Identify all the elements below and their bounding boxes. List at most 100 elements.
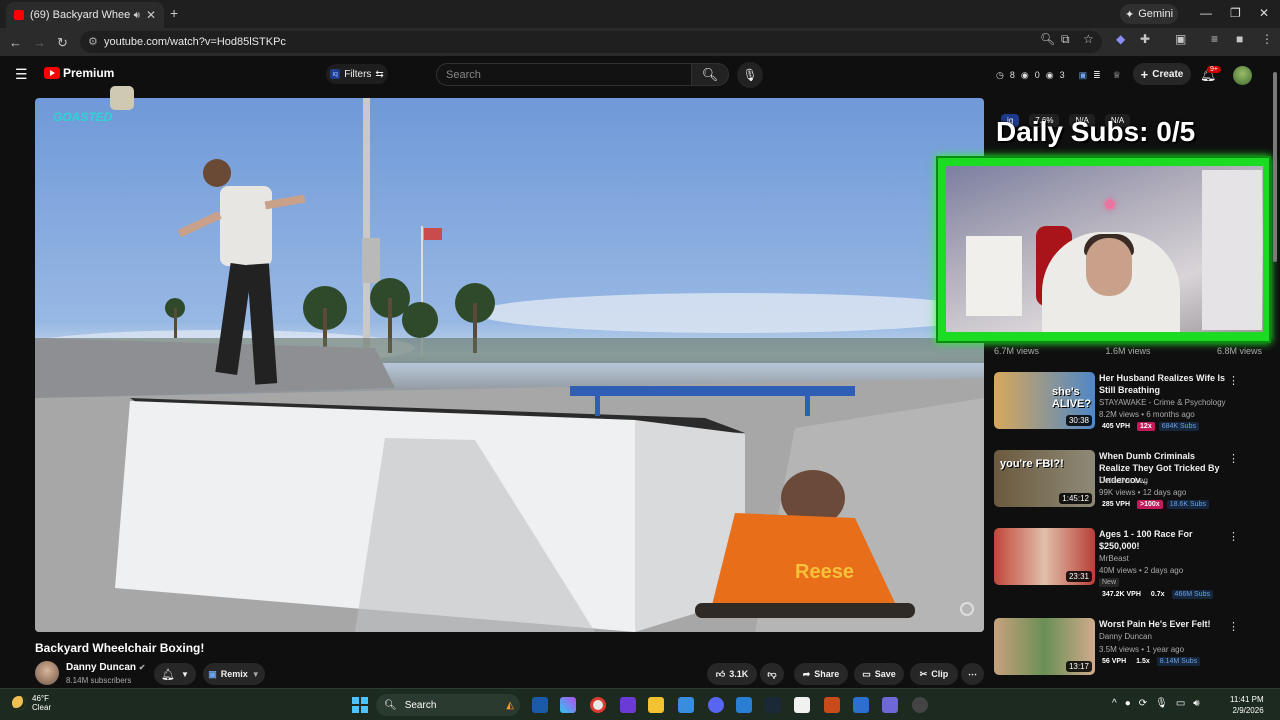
account-avatar[interactable]: [1233, 66, 1252, 85]
profile-icon[interactable]: ■: [1236, 32, 1243, 46]
multiplier-badge: 0.7x: [1150, 591, 1165, 598]
video-meta: 40M views • 2 days ago: [1099, 566, 1184, 575]
media-icon[interactable]: ≡: [1211, 32, 1218, 46]
channel-avatar[interactable]: [35, 661, 59, 685]
sync-icon[interactable]: ⟳: [1139, 698, 1147, 709]
side-panel-icon[interactable]: ▣: [1175, 32, 1186, 46]
tray-app-icon[interactable]: ●: [1125, 698, 1131, 709]
browser-tab-bar: (69) Backyard Wheelchair B 🔊︎ ✕ + ✦ Gemi…: [0, 0, 1280, 28]
app-icon-obs[interactable]: [620, 697, 636, 713]
subscription-bell-button[interactable]: 🔔︎ ▼: [154, 663, 196, 685]
recommendation-item[interactable]: you're FBI?! 1:45:12 When Dumb Criminals…: [994, 450, 1246, 516]
thumbnail-text: she's ALIVE?: [1052, 386, 1092, 410]
more-options-icon[interactable]: ⋮: [1228, 530, 1239, 543]
channel-name[interactable]: MrBeast: [1099, 554, 1129, 563]
start-button[interactable]: [352, 697, 368, 713]
recommendation-item[interactable]: 23:31 Ages 1 - 100 Race For $250,000! Mr…: [994, 528, 1246, 599]
chrome-icon[interactable]: [590, 697, 606, 713]
extension-icon[interactable]: ◆: [1116, 32, 1125, 46]
scrollbar-thumb[interactable]: [1273, 72, 1277, 262]
recommendation-item[interactable]: she's ALIVE? 30:38 Her Husband Realizes …: [994, 372, 1246, 438]
zoom-icon[interactable]: 🔍︎: [1040, 32, 1055, 46]
channel-watermark-icon[interactable]: [960, 602, 974, 616]
dislike-button[interactable]: 👎︎: [760, 663, 784, 685]
omnibox[interactable]: ⚙ youtube.com/watch?v=Hod85lSTKPc: [80, 31, 1102, 53]
channel-name[interactable]: STAYAWAKE - Crime & Psychology: [1099, 398, 1226, 407]
search-input[interactable]: Search: [436, 63, 692, 86]
video-player[interactable]: Reese: [35, 98, 984, 632]
app-icon-m[interactable]: [824, 697, 840, 713]
notepad-icon[interactable]: [678, 697, 694, 713]
save-button[interactable]: ▭ Save: [854, 663, 904, 685]
app-icon-vpn[interactable]: [853, 697, 869, 713]
more-icon[interactable]: ⋮: [1261, 32, 1273, 46]
store-icon[interactable]: [794, 697, 810, 713]
video-thumbnail[interactable]: you're FBI?! 1:45:12: [994, 450, 1095, 507]
clip-button[interactable]: ✂ Clip: [910, 663, 958, 685]
site-info-icon[interactable]: ⚙: [88, 35, 98, 48]
discord-icon[interactable]: [708, 697, 724, 713]
hamburger-menu-icon[interactable]: ☰: [15, 66, 28, 83]
reload-icon[interactable]: ↻: [57, 35, 68, 51]
taskbar-search-label: Search: [404, 699, 437, 711]
channel-name[interactable]: Detective Leg: [1099, 476, 1148, 485]
share-button[interactable]: ➦ Share: [794, 663, 848, 685]
back-icon[interactable]: ←: [9, 35, 22, 50]
vidiq-icon[interactable]: ▣: [1079, 70, 1088, 81]
obs-studio-icon[interactable]: [912, 697, 928, 713]
video-thumbnail[interactable]: 13:17: [994, 618, 1095, 675]
task-view-icon[interactable]: [532, 697, 548, 713]
remix-button[interactable]: ▣ Remix ▼: [203, 663, 265, 685]
restore-icon[interactable]: ❐: [1230, 6, 1241, 20]
video-title[interactable]: Worst Pain He's Ever Felt!: [1099, 618, 1227, 630]
filters-button[interactable]: iq Filters ⇆: [326, 64, 388, 84]
copilot-icon[interactable]: [560, 697, 576, 713]
minimize-icon[interactable]: —: [1200, 6, 1212, 20]
mic-icon[interactable]: 🎙︎: [1155, 698, 1168, 709]
browser-tab[interactable]: (69) Backyard Wheelchair B 🔊︎ ✕: [6, 2, 164, 28]
channel-name[interactable]: Danny Duncan: [1099, 632, 1152, 641]
weather-widget[interactable]: 46°F Clear: [12, 694, 51, 712]
recommendation-item[interactable]: 13:17 Worst Pain He's Ever Felt! Danny D…: [994, 618, 1246, 684]
audio-icon[interactable]: 🔊︎: [134, 10, 140, 21]
svg-text:Reese: Reese: [795, 561, 854, 583]
forward-icon[interactable]: →: [33, 35, 46, 50]
like-button[interactable]: 👍︎ 3.1K: [707, 663, 757, 685]
window-close-icon[interactable]: ✕: [1259, 6, 1269, 20]
vidiq-stats[interactable]: ◷ 8 ◉ 0 ◉ 3 ▣ ≣ ♕: [996, 70, 1121, 81]
video-title[interactable]: Ages 1 - 100 Race For $250,000!: [1099, 528, 1227, 552]
vidiq-badges: 285 VPH >100x 18.6K Subs: [1099, 500, 1209, 509]
more-options-icon[interactable]: ⋮: [1228, 620, 1239, 633]
cast-icon[interactable]: ⧉: [1061, 32, 1070, 47]
more-options-icon[interactable]: ⋮: [1228, 374, 1239, 387]
more-actions-button[interactable]: ⋯: [961, 663, 984, 685]
video-title[interactable]: Her Husband Realizes Wife Is Still Breat…: [1099, 372, 1227, 396]
youtube-logo[interactable]: Premium: [44, 66, 114, 80]
list-icon[interactable]: ≣: [1093, 70, 1101, 81]
trophy-icon[interactable]: ♕: [1113, 70, 1121, 81]
thumbnail-text: you're FBI?!: [1000, 458, 1064, 470]
bell-icon: 🔔︎: [161, 668, 176, 681]
chevron-up-icon[interactable]: ^: [1112, 698, 1117, 709]
video-thumbnail[interactable]: she's ALIVE? 30:38: [994, 372, 1095, 429]
teams-icon[interactable]: [882, 697, 898, 713]
display-icon[interactable]: ▭: [1176, 698, 1185, 709]
video-meta: 3.5M views • 1 year ago: [1099, 645, 1185, 654]
video-thumbnail[interactable]: 23:31: [994, 528, 1095, 585]
taskbar-clock[interactable]: 11:41 PM 2/9/2026: [1230, 694, 1264, 716]
search-button[interactable]: 🔍︎: [691, 63, 729, 86]
gemini-button[interactable]: ✦ Gemini: [1120, 4, 1178, 24]
close-tab-icon[interactable]: ✕: [146, 8, 156, 22]
puzzle-icon[interactable]: ✚: [1140, 32, 1150, 46]
more-options-icon[interactable]: ⋮: [1228, 452, 1239, 465]
channel-name[interactable]: Danny Duncan ✔: [66, 662, 146, 673]
photos-icon[interactable]: [736, 697, 752, 713]
file-explorer-icon[interactable]: [648, 697, 664, 713]
create-button[interactable]: + Create: [1133, 63, 1191, 85]
volume-icon[interactable]: 🔊︎: [1193, 698, 1199, 709]
steam-icon[interactable]: [765, 697, 781, 713]
taskbar-search[interactable]: 🔍︎ Search ◭: [376, 694, 520, 716]
bookmark-star-icon[interactable]: ☆: [1083, 32, 1094, 46]
voice-search-button[interactable]: 🎙︎: [737, 62, 763, 88]
new-tab-icon[interactable]: +: [170, 5, 178, 21]
